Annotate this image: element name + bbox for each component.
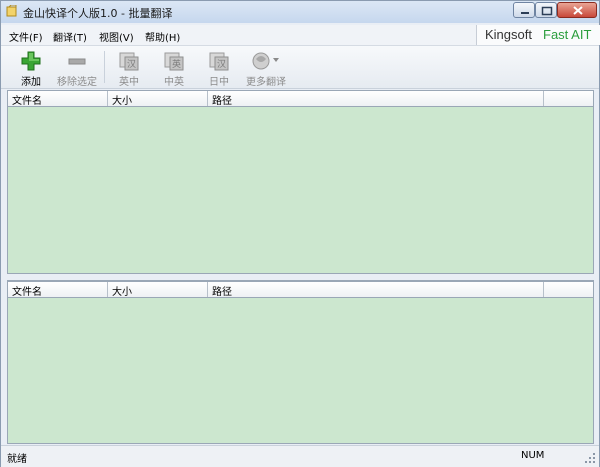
en-cn-label: 英中 [119,77,139,88]
top-col-size[interactable]: 大小 [108,91,208,107]
top-file-list[interactable] [7,107,594,273]
cn-en-translate-icon: 英 [164,52,184,71]
toolbar: 添加 移除选定 汉 英中 英 中英 汉 日中 更多翻译 [1,46,599,89]
brand-logo: Kingsoft Fast AIT [476,25,600,45]
title-bar[interactable]: 金山快译个人版1.0 - 批量翻译 [1,1,599,23]
close-icon [573,6,583,15]
num-lock-indicator: NUM [521,450,545,461]
add-plus-icon [21,51,41,71]
bottom-file-list[interactable] [7,298,594,444]
menu-help[interactable]: 帮助(H) [145,29,180,44]
close-button[interactable] [557,2,597,18]
add-label: 添加 [21,77,41,88]
jp-cn-label: 日中 [209,77,229,88]
app-window: 金山快译个人版1.0 - 批量翻译 文件(F) 翻译(T) 视图(V) 帮助(H… [0,0,600,467]
minimize-button[interactable] [513,2,535,18]
bottom-list-header: 文件名 大小 路径 [7,281,594,298]
en-cn-button[interactable]: 汉 英中 [107,49,151,88]
en-cn-translate-icon: 汉 [119,52,139,71]
menu-view[interactable]: 视图(V) [99,29,134,44]
remove-selected-label: 移除选定 [57,77,97,88]
menu-file[interactable]: 文件(F) [9,29,43,44]
more-translate-label: 更多翻译 [246,77,286,88]
maximize-icon [541,6,553,16]
jp-cn-translate-icon: 汉 [209,52,229,71]
cn-en-button[interactable]: 英 中英 [152,49,196,88]
svg-text:英: 英 [172,58,181,70]
bottom-col-extra[interactable] [544,282,593,297]
dropdown-arrow-icon [273,58,279,62]
brand-fast-ait: Fast AIT [543,27,592,42]
app-icon [6,5,17,17]
maximize-button[interactable] [535,2,557,18]
svg-text:汉: 汉 [217,59,226,70]
svg-text:汉: 汉 [127,59,136,70]
window-title: 金山快译个人版1.0 - 批量翻译 [23,7,173,20]
minimize-icon [521,12,529,14]
remove-selected-button[interactable]: 移除选定 [55,49,99,88]
status-bar: 就绪 NUM [1,445,599,467]
resize-grip-icon[interactable] [584,452,596,464]
top-col-path[interactable]: 路径 [208,91,544,107]
add-button[interactable]: 添加 [9,49,53,88]
bottom-col-path[interactable]: 路径 [208,282,544,298]
status-text: 就绪 [7,454,27,465]
cn-en-label: 中英 [164,77,184,88]
top-col-extra[interactable] [544,91,593,106]
more-translate-button[interactable]: 更多翻译 [241,49,291,88]
bottom-col-filename[interactable]: 文件名 [8,282,108,298]
toolbar-separator [104,51,105,83]
jp-cn-button[interactable]: 汉 日中 [197,49,241,88]
more-translate-icon [252,52,279,70]
bottom-col-size[interactable]: 大小 [108,282,208,298]
pane-splitter[interactable] [7,273,594,281]
top-list-header: 文件名 大小 路径 [7,90,594,107]
menu-translate[interactable]: 翻译(T) [53,29,87,44]
top-col-filename[interactable]: 文件名 [8,91,108,107]
brand-kingsoft: Kingsoft [485,27,532,42]
remove-minus-icon [68,58,86,65]
